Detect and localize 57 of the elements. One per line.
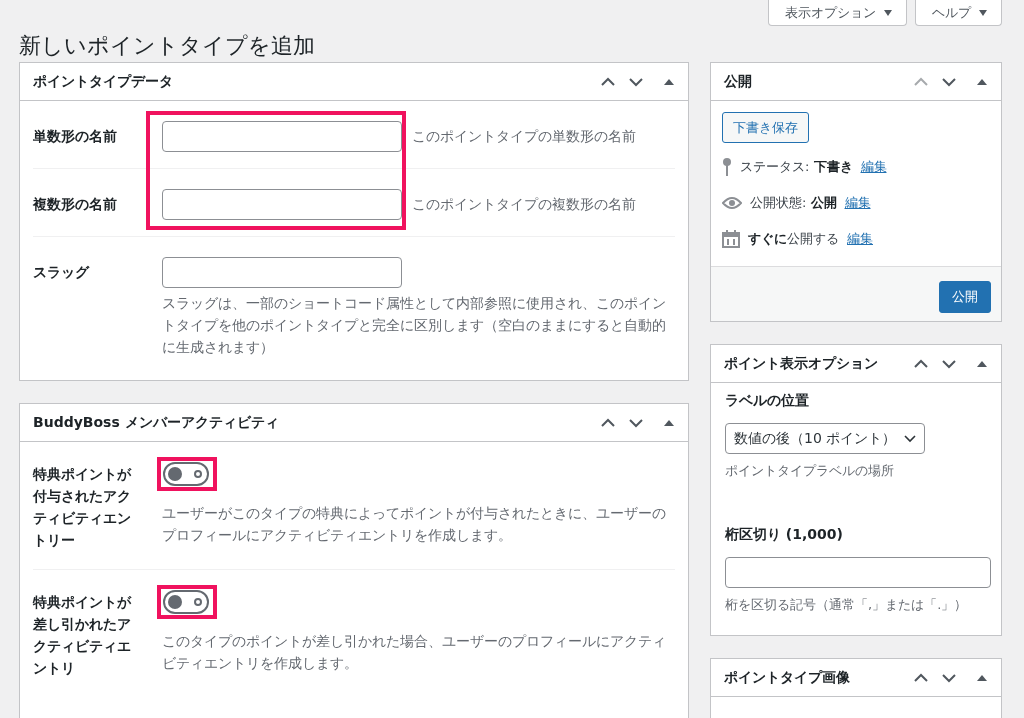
meta-text: すぐに公開する [748,230,839,248]
dropdown-select[interactable]: 数値の後（10 ポイント） [725,423,926,454]
caret-icon [884,9,892,16]
field-label: スラッグ [33,263,91,282]
meta-text: 公開状態: 公開 [750,194,837,212]
panel-title: 公開 [724,72,753,91]
collapse-toggle-icon[interactable] [977,78,987,85]
field-description: このポイントタイプの複数形の名前 [412,195,637,214]
chevron-up-icon[interactable] [600,417,616,428]
header-dropdown-button[interactable]: 表示オプション [768,0,907,26]
header-dropdown-button[interactable]: ヘルプ [915,0,1002,26]
field-description: スラッグは、一部のショートコード属性として内部参照に使用され、このポイントタイプを他のポイントタイプと完全に区別します（空白のままにすると自動的に生成されます） [162,294,667,357]
chevron-down-icon[interactable] [628,76,644,87]
field-hint: 桁を区切る記号（通常「,」または「.」） [725,596,969,614]
page-title: 新しいポイントタイプを追加 [18,32,316,60]
chevron-down-icon[interactable] [941,672,957,683]
panel-title: BuddyBoss メンバーアクティビティ [33,413,280,432]
toggle-switch[interactable] [163,462,209,486]
publish-button[interactable]: 公開 [939,281,991,313]
panel-title: ポイント表示オプション [724,354,879,373]
field-label: 複数形の名前 [33,195,118,214]
chevron-up-icon[interactable] [913,358,929,369]
field-hint: ポイントタイプラベルの場所 [725,462,895,480]
panel-title: ポイントタイプデータ [33,72,174,91]
collapse-toggle-icon[interactable] [977,674,987,681]
chevron-up-icon[interactable] [600,76,616,87]
field-label: 単数形の名前 [33,127,118,146]
eye-icon [722,196,742,210]
toggle-label: 特典ポイントが差し引かれたアクティビティエントリ [33,593,133,678]
toggle-description: ユーザーがこのタイプの特典によってポイントが付与されたときに、ユーザーのプロフィールにアクティビティエントリを作成します。 [162,504,667,545]
panel-title: ポイントタイプ画像 [724,668,851,687]
text-input[interactable] [162,257,402,288]
caret-icon [979,9,987,16]
edit-link[interactable]: 編集 [860,158,887,176]
collapse-toggle-icon[interactable] [664,78,674,85]
pin-icon [722,157,732,177]
chevron-down-icon[interactable] [941,358,957,369]
text-input[interactable] [725,557,991,588]
save-draft-button[interactable]: 下書き保存 [722,112,809,143]
field-label: 桁区切り (1,000) [725,525,844,544]
text-input[interactable] [162,189,402,220]
chevron-down-icon[interactable] [628,417,644,428]
edit-link[interactable]: 編集 [844,194,871,212]
chevron-up-icon[interactable] [913,672,929,683]
chevron-down-icon [904,434,917,443]
collapse-toggle-icon[interactable] [664,419,674,426]
field-description: このポイントタイプの単数形の名前 [412,127,637,146]
text-input[interactable] [162,121,402,152]
chevron-down-icon[interactable] [941,76,957,87]
edit-link[interactable]: 編集 [847,230,873,248]
toggle-label: 特典ポイントが付与されたアクティビティエントリー [33,465,133,550]
meta-text: ステータス: 下書き [740,158,853,176]
field-label: ラベルの位置 [725,391,810,410]
calendar-icon [722,230,740,248]
collapse-toggle-icon[interactable] [977,360,987,367]
toggle-description: このタイプのポイントが差し引かれた場合、ユーザーのプロフィールにアクティビティエントリを作成します。 [162,632,667,673]
toggle-switch[interactable] [163,590,209,614]
